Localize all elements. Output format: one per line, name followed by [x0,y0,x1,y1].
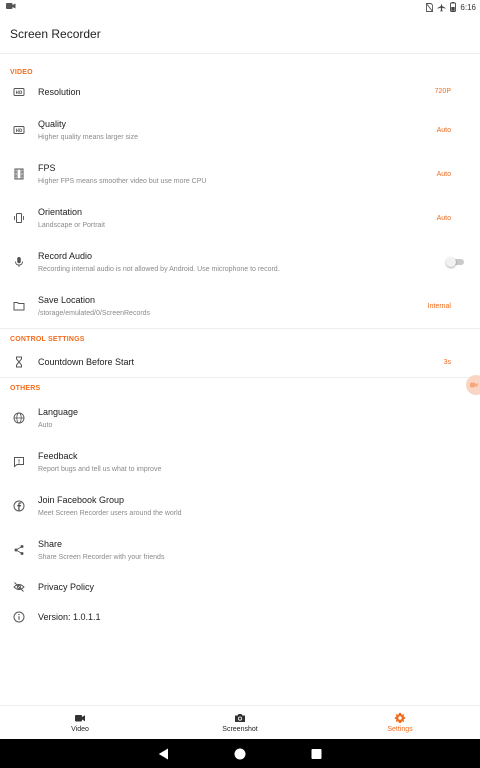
setting-title: FPS [38,163,56,173]
nav-video[interactable]: Video [0,706,160,739]
gear-icon [394,712,406,723]
section-header-video: VIDEO [10,69,33,76]
setting-record-audio[interactable]: Record Audio Recording internal audio is… [0,240,480,284]
nav-label: Video [71,726,89,733]
videocam-icon [75,715,85,722]
status-bar: 6:16 [0,0,480,14]
globe-icon [0,412,38,424]
setting-fps[interactable]: FPS Higher FPS means smoother video but … [0,152,480,196]
setting-subtitle: Recording internal audio is not allowed … [38,266,280,273]
setting-value: Auto [436,214,451,222]
setting-title: Orientation [38,207,83,217]
setting-value: 720P [434,88,451,95]
setting-title: Feedback [38,451,78,461]
setting-orientation[interactable]: Orientation Landscape or Portrait Auto [0,196,480,240]
microphone-icon [0,256,38,268]
setting-language[interactable]: Language Auto [0,396,480,440]
no-sim-icon [426,2,434,12]
airplane-mode-icon [437,2,446,12]
setting-title: Record Audio [38,251,93,261]
setting-title: Resolution [38,86,81,97]
setting-version: Version: 1.0.1.1 [0,602,480,632]
hd-icon: HD [0,86,38,98]
videocam-icon [470,382,478,388]
setting-share[interactable]: Share Share Screen Recorder with your fr… [0,528,480,572]
section-header-control: CONTROL SETTINGS [10,336,85,343]
svg-text:HD: HD [16,128,23,133]
facebook-icon [0,500,38,512]
clock: 6:16 [460,2,476,12]
share-icon [0,544,38,556]
section-header-others: OTHERS [10,385,41,392]
setting-subtitle: Auto [38,422,53,429]
setting-save-location[interactable]: Save Location /storage/emulated/0/Screen… [0,284,480,328]
settings-list: VIDEO HD Resolution 720P HD Quality High… [0,54,480,632]
setting-subtitle: Report bugs and tell us what to improve [38,466,162,473]
setting-subtitle: Higher quality means larger size [38,134,138,141]
svg-text:HD: HD [16,90,23,95]
setting-facebook-group[interactable]: Join Facebook Group Meet Screen Recorder… [0,484,480,528]
setting-title: Save Location [38,295,96,305]
app-bar: Screen Recorder [0,14,480,54]
bottom-navigation: Video Screenshot Settings [0,705,480,739]
folder-icon [0,300,38,312]
battery-icon [450,2,457,12]
version-text: Version: 1.0.1.1 [38,612,101,622]
setting-title: Privacy Policy [38,582,95,592]
setting-title: Language [38,407,79,417]
setting-countdown[interactable]: Countdown Before Start 3s [0,347,480,377]
toggle-thumb [446,257,456,267]
setting-subtitle: /storage/emulated/0/ScreenRecords [38,310,151,317]
eye-off-icon [0,581,38,593]
setting-feedback[interactable]: Feedback Report bugs and tell us what to… [0,440,480,484]
setting-title: Countdown Before Start [38,357,135,367]
nav-label: Screenshot [222,726,258,733]
setting-title: Share [38,539,63,549]
hourglass-icon [0,356,38,368]
setting-value: Auto [436,126,451,134]
setting-subtitle: Share Screen Recorder with your friends [38,554,165,561]
hd-icon: HD [0,124,38,136]
recents-icon[interactable] [311,747,322,765]
info-icon [0,611,38,623]
floating-record-bubble[interactable] [466,375,480,395]
film-strip-icon [0,168,38,180]
page-title: Screen Recorder [10,26,101,41]
screen-record-notification-icon [6,2,16,12]
nav-label: Settings [387,726,413,733]
system-navigation-bar [0,739,480,768]
nav-settings[interactable]: Settings [320,706,480,739]
camera-icon [235,714,245,722]
back-icon[interactable] [158,747,169,765]
setting-value: Auto [436,170,451,178]
feedback-icon [0,456,38,468]
setting-title: Quality [38,119,67,129]
setting-subtitle: Meet Screen Recorder users around the wo… [38,510,182,517]
setting-value: Internal [427,302,451,310]
home-icon[interactable] [234,747,246,765]
setting-subtitle: Higher FPS means smoother video but use … [38,178,207,185]
setting-subtitle: Landscape or Portrait [38,222,105,229]
record-audio-toggle[interactable] [446,257,464,267]
setting-quality[interactable]: HD Quality Higher quality means larger s… [0,108,480,152]
setting-value: 3s [443,358,451,366]
nav-screenshot[interactable]: Screenshot [160,706,320,739]
setting-privacy-policy[interactable]: Privacy Policy [0,572,480,602]
screen-rotation-icon [0,212,38,224]
setting-resolution[interactable]: HD Resolution 720P [0,80,480,103]
setting-title: Join Facebook Group [38,495,125,505]
